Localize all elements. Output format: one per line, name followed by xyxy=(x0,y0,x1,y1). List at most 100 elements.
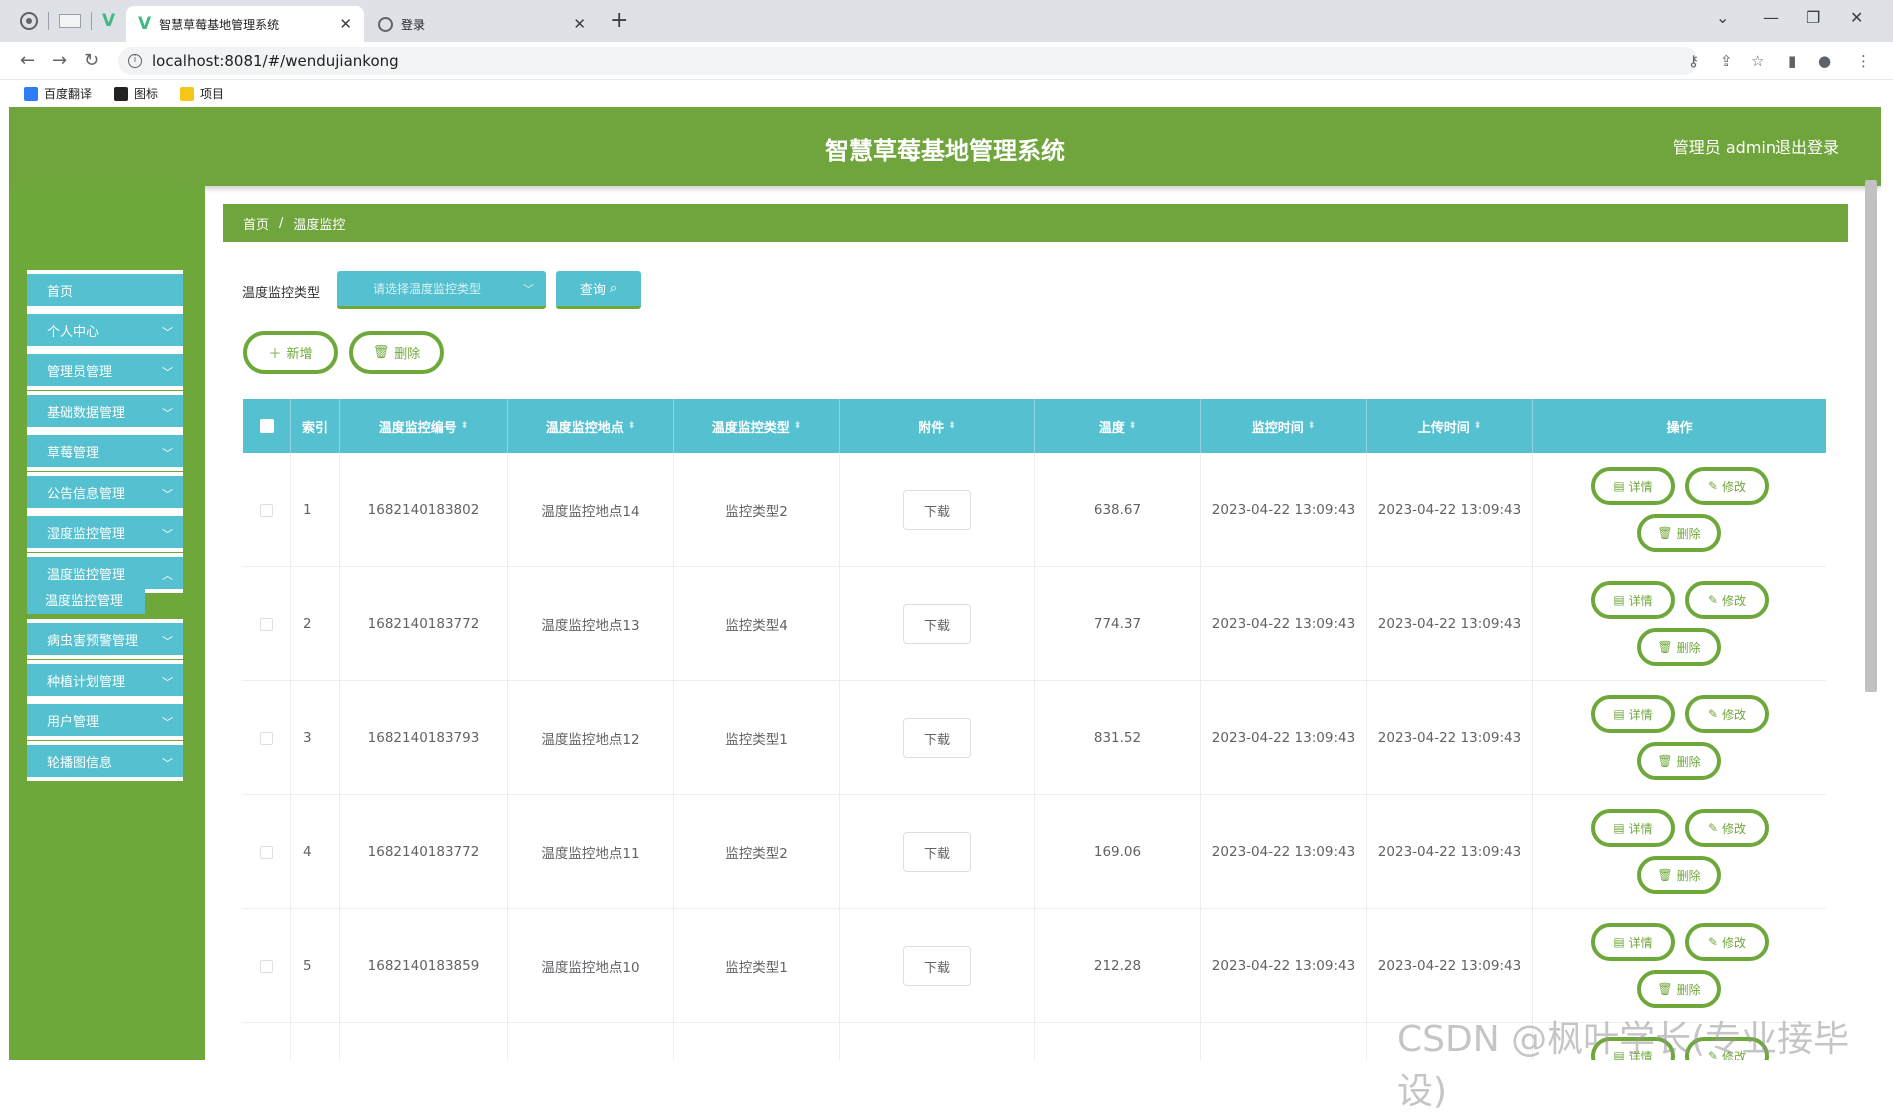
col-location[interactable]: 温度监控地点 ⬍ xyxy=(508,399,674,453)
sidebar-item-admin[interactable]: 管理员管理 ﹀ xyxy=(27,350,183,390)
blank-tab-icon[interactable] xyxy=(59,14,81,28)
sidebar-item-carousel[interactable]: 轮播图信息 ﹀ xyxy=(27,741,183,781)
delete-button-label: 删除 xyxy=(394,347,421,362)
sort-icon[interactable]: ⬍ xyxy=(1308,421,1316,431)
sidebar-item-pest-warning[interactable]: 病虫害预警管理 ﹀ xyxy=(27,619,183,659)
side-panel-icon[interactable]: ▮ xyxy=(1788,52,1796,70)
detail-button[interactable]: ▤ 详情 xyxy=(1591,467,1675,505)
col-upload-time[interactable]: 上传时间 ⬍ xyxy=(1367,399,1533,453)
download-button[interactable]: 下载 xyxy=(903,604,971,644)
profile-avatar-icon[interactable]: ● xyxy=(1818,52,1831,70)
vue-logo-icon[interactable]: V xyxy=(102,11,115,31)
bookmark-baidu-translate[interactable]: 百度翻译 xyxy=(24,85,92,102)
detail-button[interactable]: ▤ 详情 xyxy=(1591,695,1675,733)
tab-active[interactable]: V 智慧草莓基地管理系统 ✕ xyxy=(126,6,364,42)
close-window-icon[interactable]: ✕ xyxy=(1850,8,1863,27)
cell-temperature: 169.06 xyxy=(1035,795,1201,909)
sort-icon[interactable]: ⬍ xyxy=(948,421,956,431)
submenu-item-temperature[interactable]: 温度监控管理 xyxy=(27,584,145,614)
sidebar-item-users[interactable]: 用户管理 ﹀ xyxy=(27,700,183,740)
col-code[interactable]: 温度监控编号 ⬍ xyxy=(340,399,508,453)
document-icon: ▤ xyxy=(1613,593,1625,607)
col-monitor-time[interactable]: 监控时间 ⬍ xyxy=(1201,399,1367,453)
select-all-checkbox[interactable] xyxy=(259,419,274,433)
detail-button[interactable]: ▤ 详情 xyxy=(1591,809,1675,847)
col-temperature[interactable]: 温度 ⬍ xyxy=(1035,399,1201,453)
download-button[interactable]: 下载 xyxy=(903,718,971,758)
row-delete-button[interactable]: 🗑 删除 xyxy=(1637,856,1721,894)
search-button[interactable]: 查询 ⌕ xyxy=(556,271,641,309)
sidebar-item-humidity[interactable]: 湿度监控管理 ﹀ xyxy=(27,512,183,552)
row-checkbox[interactable] xyxy=(260,731,273,745)
download-button[interactable]: 下载 xyxy=(903,832,971,872)
add-button[interactable]: ＋ 新增 xyxy=(243,331,338,374)
row-checkbox[interactable] xyxy=(260,845,273,859)
tab-search-chevron-icon[interactable]: ⌄ xyxy=(1716,8,1729,27)
tab-close-icon[interactable]: ✕ xyxy=(339,15,352,33)
cell-upload-time: 2023-04-22 13:09:43 xyxy=(1367,795,1533,909)
row-delete-button[interactable]: 🗑 删除 xyxy=(1637,970,1721,1008)
cell-upload-time: 2023-04-22 13:09:43 xyxy=(1367,567,1533,681)
back-arrow-icon[interactable]: ← xyxy=(20,50,35,71)
batch-delete-button[interactable]: 🗑 删除 xyxy=(349,331,444,374)
site-info-icon[interactable]: i xyxy=(128,54,142,68)
row-delete-button[interactable]: 🗑 删除 xyxy=(1637,742,1721,780)
page-scrollbar[interactable] xyxy=(1865,180,1877,692)
key-icon[interactable]: ⚷ xyxy=(1688,52,1699,70)
col-label: 监控时间 xyxy=(1251,420,1304,436)
detail-button[interactable]: ▤ 详情 xyxy=(1591,923,1675,961)
sidebar-item-announcements[interactable]: 公告信息管理 ﹀ xyxy=(27,472,183,512)
sidebar-item-planting-plan[interactable]: 种植计划管理 ﹀ xyxy=(27,660,183,700)
trash-icon: 🗑 xyxy=(372,345,390,360)
row-checkbox[interactable] xyxy=(260,503,273,517)
edit-button[interactable]: ✎ 修改 xyxy=(1685,809,1769,847)
restore-icon[interactable]: ❐ xyxy=(1806,8,1820,27)
share-icon[interactable]: ⇪ xyxy=(1720,52,1733,70)
edit-button[interactable]: ✎ 修改 xyxy=(1685,695,1769,733)
sort-icon[interactable]: ⬍ xyxy=(1129,421,1137,431)
breadcrumb-home[interactable]: 首页 xyxy=(243,214,269,233)
sidebar-item-home[interactable]: 首页 xyxy=(27,270,183,310)
download-button[interactable]: 下载 xyxy=(903,946,971,986)
detail-button[interactable]: ▤ 详情 xyxy=(1591,581,1675,619)
sort-icon[interactable]: ⬍ xyxy=(461,421,469,431)
download-button[interactable]: 下载 xyxy=(903,490,971,530)
bookmark-icons[interactable]: 图标 xyxy=(114,85,158,102)
row-checkbox[interactable] xyxy=(260,959,273,973)
minimize-icon[interactable]: — xyxy=(1763,8,1779,27)
edit-button[interactable]: ✎ 修改 xyxy=(1685,467,1769,505)
row-checkbox-cell xyxy=(243,567,291,681)
reload-icon[interactable]: ↻ xyxy=(84,50,99,71)
col-type[interactable]: 温度监控类型 ⬍ xyxy=(674,399,840,453)
star-icon[interactable]: ☆ xyxy=(1751,52,1764,70)
col-actions: 操作 xyxy=(1533,399,1826,453)
url-input[interactable]: i localhost:8081/#/wendujiankong xyxy=(118,47,1698,75)
forward-arrow-icon[interactable]: → xyxy=(52,50,67,71)
bookmark-project[interactable]: 项目 xyxy=(180,85,224,102)
row-checkbox[interactable] xyxy=(260,617,273,631)
sidebar-item-personal-center[interactable]: 个人中心 ﹀ xyxy=(27,310,183,350)
select-all-checkbox-cell[interactable] xyxy=(243,399,291,453)
sort-icon[interactable]: ⬍ xyxy=(1474,421,1482,431)
cell-temperature: 638.67 xyxy=(1035,453,1201,567)
sort-icon[interactable]: ⬍ xyxy=(628,421,636,431)
cell-type: 监控类型2 xyxy=(674,453,840,567)
col-attachment[interactable]: 附件 ⬍ xyxy=(840,399,1035,453)
cell-monitor-time: 2023-04-22 13:09:43 xyxy=(1201,795,1367,909)
new-tab-button[interactable]: + xyxy=(610,8,628,33)
col-label: 温度监控类型 xyxy=(711,420,790,436)
chevron-down-icon: ﹀ xyxy=(162,366,173,379)
chrome-icon[interactable] xyxy=(20,12,38,30)
kebab-menu-icon[interactable]: ⋮ xyxy=(1856,52,1871,70)
tab-close-icon[interactable]: ✕ xyxy=(573,15,586,33)
edit-button[interactable]: ✎ 修改 xyxy=(1685,923,1769,961)
sidebar-item-basic-data[interactable]: 基础数据管理 ﹀ xyxy=(27,391,183,431)
temperature-type-select[interactable]: 请选择温度监控类型 ﹀ xyxy=(337,271,546,309)
row-delete-button[interactable]: 🗑 删除 xyxy=(1637,628,1721,666)
sidebar-item-strawberry[interactable]: 草莓管理 ﹀ xyxy=(27,431,183,471)
sort-icon[interactable]: ⬍ xyxy=(794,421,802,431)
tab-login[interactable]: 登录 ✕ xyxy=(366,6,598,42)
row-delete-button[interactable]: 🗑 删除 xyxy=(1637,514,1721,552)
logout-link[interactable]: 退出登录 xyxy=(1775,134,1839,158)
edit-button[interactable]: ✎ 修改 xyxy=(1685,581,1769,619)
